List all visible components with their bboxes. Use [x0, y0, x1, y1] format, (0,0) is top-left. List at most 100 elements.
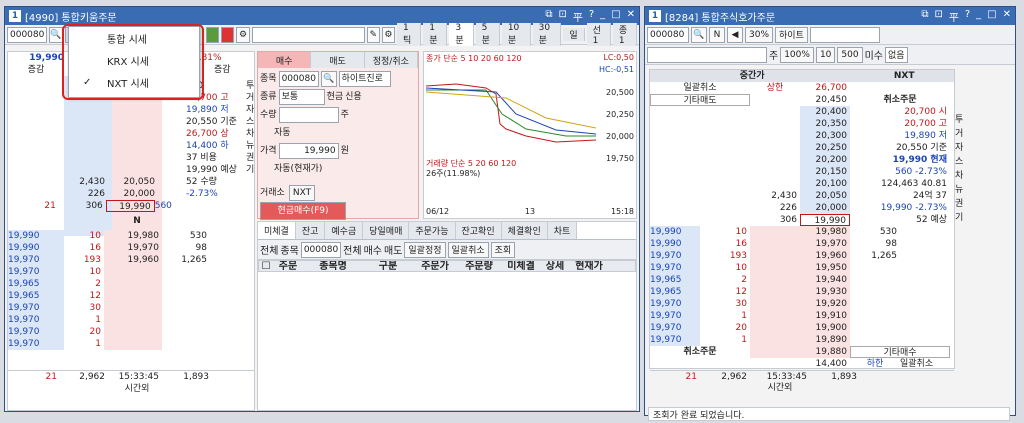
chart-tab[interactable]: 1분: [423, 23, 448, 46]
cancel-all-button[interactable]: 일괄취소: [650, 82, 750, 94]
chart-tab[interactable]: 5분: [475, 23, 500, 46]
filter-all[interactable]: 전체: [260, 242, 278, 257]
close-icon[interactable]: ✕: [627, 9, 635, 24]
batch-cancel-button[interactable]: 일괄취소: [447, 241, 489, 258]
qty-100-button[interactable]: 100%: [780, 46, 814, 63]
red-icon[interactable]: [221, 26, 235, 43]
side-menu[interactable]: 투거자스차뉴권기: [955, 113, 967, 225]
green-icon[interactable]: [206, 26, 220, 43]
chart-tab[interactable]: 30분: [532, 23, 562, 46]
tab-fill-check[interactable]: 체결확인: [501, 222, 548, 239]
percent-label: 30%: [745, 26, 774, 43]
tack-icon[interactable]: 平: [949, 9, 959, 24]
order-code-input[interactable]: 000080: [278, 71, 319, 87]
chart-tab[interactable]: 1틱: [397, 23, 422, 46]
tack-icon[interactable]: 平: [573, 9, 583, 24]
table-row[interactable]: 19,965 2: [8, 278, 218, 290]
stock-code-input[interactable]: 000080: [7, 26, 48, 43]
n-icon[interactable]: N: [709, 26, 725, 43]
stock-code-input[interactable]: 000080: [647, 26, 689, 43]
tab-sell[interactable]: 매도: [311, 52, 365, 68]
chart-tab[interactable]: 선1: [586, 23, 611, 46]
tab-modify[interactable]: 정정/취소: [364, 52, 418, 68]
filter-all2[interactable]: 전체: [343, 242, 361, 257]
maximize-icon[interactable]: □: [987, 9, 996, 24]
tab-daytrade[interactable]: 당일매매: [363, 222, 410, 239]
name-field[interactable]: [251, 26, 365, 43]
none-select[interactable]: 없음: [884, 46, 908, 63]
table-row[interactable]: 19,970 30: [8, 302, 218, 314]
price-input[interactable]: 19,990: [278, 143, 339, 159]
cash-buy-button[interactable]: 현금매수(F9): [260, 202, 346, 220]
table-header: ☐ 주문 종목명 구분 주문가 주문량 미체결 상세 현재가: [258, 260, 636, 272]
tab-deposit[interactable]: 예수금: [325, 222, 364, 239]
filter-code[interactable]: 000080: [300, 241, 342, 258]
cancel-order-button[interactable]: 취소주문: [850, 94, 950, 106]
help-icon[interactable]: ?: [965, 9, 970, 24]
query-button[interactable]: 조회: [490, 241, 516, 258]
chart-tab[interactable]: 10분: [501, 23, 531, 46]
cash-radio[interactable]: 현금: [327, 88, 344, 106]
order-type-select[interactable]: 보통: [278, 89, 325, 105]
speaker-icon[interactable]: ◀: [727, 26, 743, 43]
table-row[interactable]: 2,430 20,050: [8, 176, 184, 188]
tab-unfilled[interactable]: 미체결: [258, 222, 296, 239]
misc-buy-button[interactable]: 기타매수: [850, 346, 950, 358]
auto-check[interactable]: 자동: [260, 124, 416, 142]
qty-10-button[interactable]: 10: [815, 46, 836, 63]
qty-bar: 주 100% 10 500 미수 없음: [645, 45, 1015, 65]
help-icon[interactable]: ?: [589, 9, 594, 24]
edit-icon[interactable]: ✎: [366, 26, 380, 43]
tab-chart[interactable]: 차트: [547, 222, 578, 239]
table-row[interactable]: 19,970 1: [8, 314, 218, 326]
filter-buy[interactable]: 매수: [364, 242, 382, 257]
misc-sell-button[interactable]: 기타매도: [650, 94, 750, 106]
search-icon[interactable]: 🔍: [320, 71, 337, 87]
filter-stock[interactable]: 종목: [280, 242, 298, 257]
table-row[interactable]: 19,965 12: [8, 290, 218, 302]
batch-modify-button[interactable]: 일괄정정: [404, 241, 446, 258]
tab-buy[interactable]: 매수: [258, 52, 312, 68]
exchange-nxt[interactable]: NXT: [288, 185, 316, 201]
table-row[interactable]: 226 20,000: [8, 188, 184, 200]
tab-available[interactable]: 주문가능: [409, 222, 456, 239]
pin-icon[interactable]: ⊡: [558, 9, 566, 24]
table-row[interactable]: 19,990 10 19,980 530: [8, 230, 218, 242]
search-icon[interactable]: 🔍: [691, 26, 707, 43]
side-menu[interactable]: 투거자스차뉴권기: [246, 80, 256, 176]
chart-tab[interactable]: 종1: [612, 23, 638, 46]
cancel-order-button[interactable]: 취소주문: [650, 346, 750, 358]
qty-500-button[interactable]: 500: [837, 46, 863, 63]
table-row[interactable]: 19,970 193 19,960 1,265: [8, 254, 218, 266]
qty-input[interactable]: [647, 46, 767, 63]
table-row[interactable]: 21 306 19,990 560: [8, 200, 184, 212]
chart-tab[interactable]: 일: [563, 28, 585, 41]
close-icon[interactable]: ✕: [1003, 9, 1011, 24]
table-row[interactable]: 19,990 16 19,970 98: [8, 242, 218, 254]
cancel-all-button[interactable]: 일괄취소: [900, 358, 950, 370]
tab-balance-check[interactable]: 잔고확인: [455, 222, 502, 239]
minimize-icon[interactable]: _: [976, 9, 981, 24]
search-icon[interactable]: 🔍: [49, 26, 63, 43]
table-row[interactable]: 19,970 10: [8, 266, 218, 278]
table-row[interactable]: 19,970 20: [8, 326, 218, 338]
tab-balance[interactable]: 잔고: [295, 222, 326, 239]
gear-icon[interactable]: ⚙: [381, 26, 396, 43]
pin-icon[interactable]: ⊡: [934, 9, 942, 24]
misu-check[interactable]: 미수: [865, 47, 883, 62]
link-icon[interactable]: ⧉: [921, 9, 928, 24]
auto-price-check[interactable]: 자동(현재가): [260, 160, 416, 178]
status-bar: 조회가 완료 되었습니다.: [648, 407, 1010, 421]
qty-input[interactable]: [278, 107, 339, 123]
hc-value: HC:-0,51: [599, 65, 634, 74]
gear-icon[interactable]: ⚙: [236, 26, 250, 43]
chart-tab[interactable]: 3분: [449, 23, 474, 46]
order-form: 매수 매도 정정/취소 종목 000080 🔍 하이트진로 종류 보통 현금 신용 수량 주 …: [257, 51, 419, 220]
link-icon[interactable]: ⧉: [545, 9, 552, 24]
maximize-icon[interactable]: □: [611, 9, 620, 24]
filter-sell[interactable]: 매도: [384, 242, 402, 257]
qty-label: 수량: [260, 110, 277, 120]
credit-radio[interactable]: 신용: [345, 88, 362, 106]
minimize-icon[interactable]: _: [600, 9, 605, 24]
table-row[interactable]: 19,970 1: [8, 338, 218, 350]
